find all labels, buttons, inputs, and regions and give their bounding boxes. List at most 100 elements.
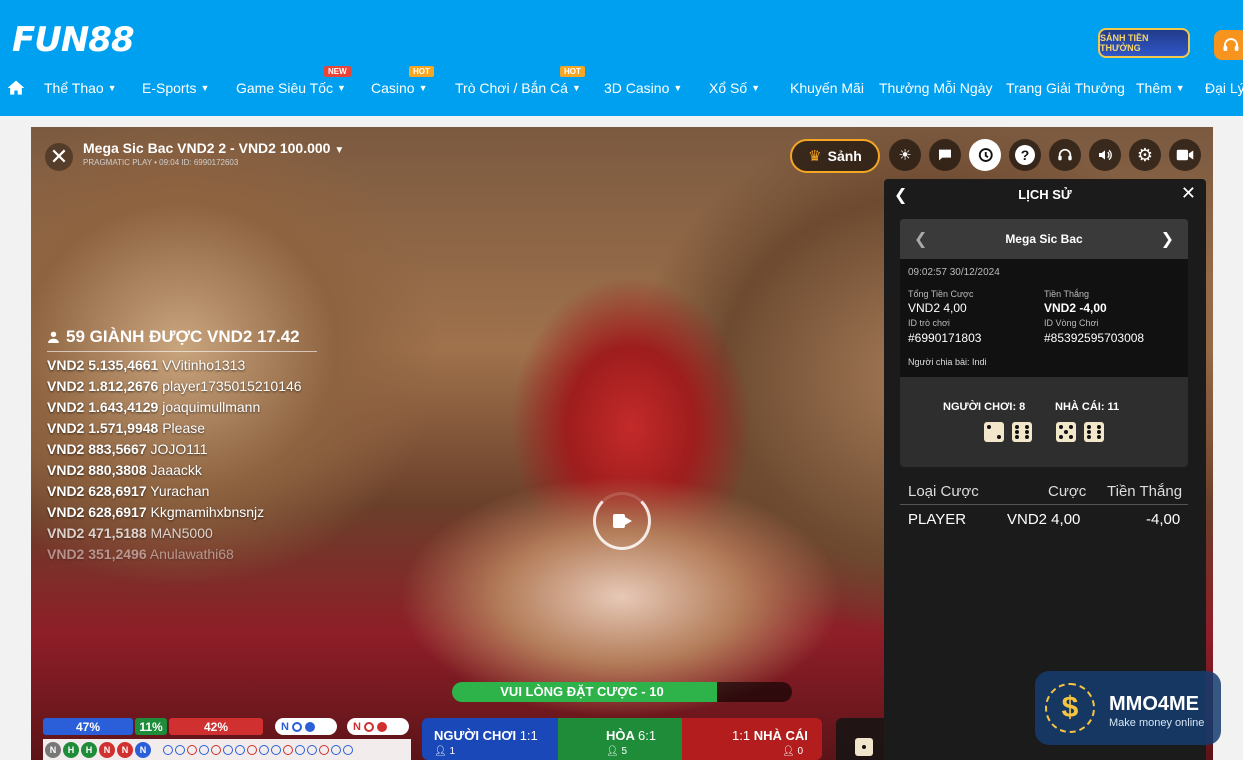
close-icon[interactable]: ✕: [1181, 183, 1196, 204]
dice-side-bet-button[interactable]: [836, 718, 891, 760]
road-ring: [187, 744, 197, 755]
chevron-down-icon: ▼: [1175, 83, 1185, 93]
nav-casino[interactable]: Casino ▼ HOT: [371, 66, 434, 96]
total-bet-value: VND2 4,00: [908, 301, 967, 315]
site-logo[interactable]: FUN88: [12, 20, 135, 60]
settings-button[interactable]: ⚙: [1129, 139, 1161, 171]
nav-lottery[interactable]: Xổ Số ▼: [709, 80, 760, 96]
nav-daily-rewards[interactable]: Thưởng Mỗi Ngày: [879, 80, 992, 96]
watermark-name: MMO4ME: [1109, 693, 1199, 715]
bet-zone-tie[interactable]: HÒA 6:1 👤︎ 5: [558, 718, 682, 760]
winner-row: VND2 1.643,4129 joaquimullmann: [47, 399, 261, 415]
watermark-tagline: Make money online: [1109, 717, 1205, 729]
chevron-down-icon: ▼: [107, 83, 117, 93]
live-game-area[interactable]: ✕ Mega Sic Bac VND2 2 - VND2 100.000 ▼ P…: [31, 127, 1213, 760]
dice-icon: [854, 738, 873, 756]
winner-row: VND2 628,6917 Kkgmamihxbnsnjz: [47, 504, 265, 520]
nav-3d-casino[interactable]: 3D Casino ▼: [604, 80, 682, 96]
support-chat-button[interactable]: [1049, 139, 1081, 171]
watermark-logo: $ MMO4ME Make money online: [1035, 671, 1221, 745]
game-id-label: ID trò chơi: [908, 318, 950, 328]
speaker-icon: [1099, 149, 1112, 161]
sound-button[interactable]: [1089, 139, 1121, 171]
history-icon: [978, 148, 993, 162]
main-nav: Thể Thao ▼ E-Sports ▼ Game Siêu Tốc ▼ NEW Ca…: [0, 66, 1243, 100]
nav-fast-games[interactable]: Game Siêu Tốc ▼ NEW: [236, 66, 351, 96]
round-detail-card: ❮ Mega Sic Bac ❯ 09:02:57 30/12/2024 Tổn…: [900, 219, 1188, 467]
bet-zone-banker[interactable]: 1:1 NHÀ CÁI 👤︎ 0: [682, 718, 822, 760]
round-scores: NGƯỜI CHƠI: 8 NHÀ CÁI: 11: [900, 377, 1188, 467]
game-subtitle: PRAGMATIC PLAY • 09:04 ID: 6990172603: [83, 158, 239, 167]
new-badge: NEW: [324, 66, 351, 77]
banker-bettor-count: 👤︎ 0: [782, 746, 804, 757]
road-ring: [331, 744, 341, 755]
chevron-down-icon: ▼: [337, 83, 346, 93]
bet-zone-player[interactable]: NGƯỜI CHƠI 1:1 👤︎ 1: [422, 718, 558, 760]
table-header: Loại Cược Cược Tiền Thắng: [900, 479, 1188, 505]
dollar-coin-icon: $: [1045, 683, 1095, 733]
die-face-icon: [1012, 422, 1032, 442]
die-face-icon: [984, 422, 1004, 442]
lightbulb-icon: ☀: [898, 147, 912, 164]
road-ring: [283, 744, 293, 755]
road-cell: H: [63, 741, 79, 758]
winner-row: VND2 880,3808 Jaaackk: [47, 462, 202, 478]
video-camera-icon: [613, 514, 632, 528]
close-icon: ✕: [49, 144, 69, 169]
chevron-down-icon: ▼: [673, 83, 683, 93]
road-cell: N: [117, 741, 133, 758]
tie-pct: 11%: [135, 718, 167, 735]
road-ring: [319, 744, 329, 755]
die-face-icon: [1056, 422, 1076, 442]
nav-agent[interactable]: Đại Lý: [1205, 80, 1243, 96]
lobby-button[interactable]: ♛ Sảnh: [790, 139, 880, 173]
bead-road[interactable]: N H H N N N: [43, 739, 411, 760]
promo-lobby-badge[interactable]: SẢNH TIỀN THƯỞNG: [1098, 28, 1190, 58]
ring-icon: [291, 721, 302, 732]
round-id-label: ID Vòng Chơi: [1044, 318, 1099, 328]
ring-icon: [363, 721, 374, 732]
tips-button[interactable]: ☀: [889, 139, 921, 171]
hot-badge: HOT: [560, 66, 585, 77]
road-ring: [247, 744, 257, 755]
close-game-button[interactable]: ✕: [45, 143, 73, 171]
die-face-icon: [1084, 422, 1104, 442]
site-header: FUN88 SẢNH TIỀN THƯỞNG Thể Thao ▼ E-Sport…: [0, 0, 1243, 116]
headset-icon: [1058, 148, 1072, 161]
headset-icon: [1223, 38, 1239, 51]
nav-more[interactable]: Thêm ▼: [1136, 80, 1185, 96]
home-icon: [7, 80, 25, 95]
history-button[interactable]: [969, 139, 1001, 171]
nav-promotions[interactable]: Khuyến Mãi: [790, 80, 864, 96]
home-button[interactable]: [6, 78, 26, 98]
road-ring: [307, 744, 317, 755]
chat-icon: [939, 149, 951, 161]
road-predict-banker[interactable]: N: [347, 718, 409, 735]
nav-games-fishing[interactable]: Trò Chơi / Bắn Cá ▼ HOT: [455, 66, 585, 96]
chevron-right-icon[interactable]: ❯: [1161, 229, 1174, 249]
nav-rewards-page[interactable]: Trang Giải Thưởng: [1006, 80, 1125, 96]
round-id-value: #85392595703008: [1044, 331, 1145, 345]
chat-button[interactable]: [929, 139, 961, 171]
video-camera-icon: [1176, 149, 1194, 161]
road-cell: N: [99, 741, 115, 758]
road-ring: [259, 744, 269, 755]
chevron-down-icon: ▼: [334, 145, 345, 156]
nav-sports[interactable]: Thể Thao ▼: [44, 80, 117, 96]
video-loading-spinner: [593, 492, 651, 550]
support-button[interactable]: [1214, 30, 1243, 60]
dot-icon: [376, 721, 387, 732]
winner-row: VND2 471,5188 MAN5000: [47, 525, 213, 541]
road-ring: [343, 744, 353, 755]
help-button[interactable]: ?: [1009, 139, 1041, 171]
dealer-info: Người chia bài: Indi: [908, 357, 987, 367]
road-predict-player[interactable]: N: [275, 718, 337, 735]
winner-row: VND2 5.135,4661 VVitinho1313: [47, 357, 246, 373]
help-icon: ?: [1015, 145, 1035, 165]
road-ring: [235, 744, 245, 755]
result-stats-bar: 47% 11% 42%: [43, 718, 263, 735]
video-button[interactable]: [1169, 139, 1201, 171]
tie-bettor-count: 👤︎ 5: [606, 746, 628, 757]
nav-esports[interactable]: E-Sports ▼: [142, 80, 209, 96]
game-title[interactable]: Mega Sic Bac VND2 2 - VND2 100.000 ▼: [83, 140, 344, 156]
